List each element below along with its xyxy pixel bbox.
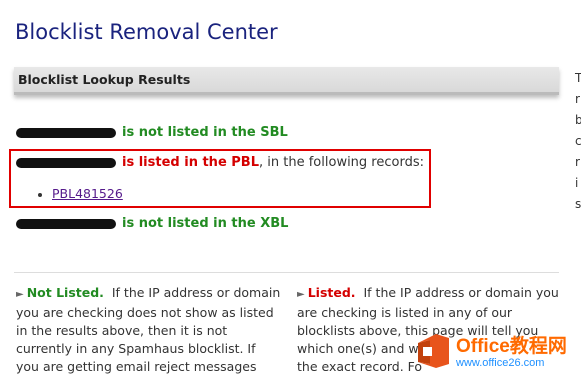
page-title: Blocklist Removal Center <box>15 20 278 44</box>
text-line: currently in any Spamhaus blocklist. If <box>16 341 256 356</box>
pbl-suffix: , in the following records: <box>259 155 424 170</box>
right-column-clipped: T r b c r i s <box>575 68 581 215</box>
text-char: r <box>575 155 580 169</box>
text-char: T <box>575 71 581 85</box>
divider <box>14 272 559 273</box>
redacted-ip <box>16 157 116 168</box>
text-char: r <box>575 92 580 106</box>
text-char: i <box>575 176 579 190</box>
text-char: b <box>575 113 581 127</box>
listed-label: Listed. <box>307 285 356 300</box>
text-line: If the IP address or domain you <box>363 285 559 300</box>
section-header: Blocklist Lookup Results <box>14 67 559 95</box>
pbl-records-list: PBL481526 <box>38 186 123 201</box>
not-listed-explanation: ► Not Listed. If the IP address or domain… <box>16 284 286 376</box>
arrow-right-icon: ► <box>16 289 24 300</box>
office-logo-icon <box>418 334 449 368</box>
redacted-ip <box>16 218 116 229</box>
xbl-result: is not listed in the XBL <box>16 216 288 231</box>
text-line: you are getting email reject messages <box>16 359 257 374</box>
watermark-url: www.office26.com <box>456 357 545 369</box>
list-bullet <box>38 192 42 197</box>
arrow-right-icon: ► <box>297 289 305 300</box>
watermark-title: Office教程网 <box>456 336 567 357</box>
text-char: c <box>575 134 581 148</box>
not-listed-label: Not Listed. <box>26 285 104 300</box>
xbl-status: is not listed in the XBL <box>122 216 289 231</box>
text-char: s <box>575 197 581 211</box>
pbl-status: is listed in the PBL <box>122 155 260 170</box>
pbl-result: is listed in the PBL, in the following r… <box>16 155 424 170</box>
text-line: are checking is listed in any of our <box>297 305 513 320</box>
text-line: you are checking does not show as listed <box>16 305 274 320</box>
sbl-status: is not listed in the SBL <box>122 125 288 140</box>
section-header-label: Blocklist Lookup Results <box>18 72 191 87</box>
text-line: If the IP address or domain <box>111 285 281 300</box>
watermark: Office教程网 www.office26.com <box>412 325 581 379</box>
sbl-result: is not listed in the SBL <box>16 125 288 140</box>
text-line: in the results above, then it is not <box>16 323 228 338</box>
pbl-record-link[interactable]: PBL481526 <box>52 186 123 201</box>
redacted-ip <box>16 127 116 138</box>
